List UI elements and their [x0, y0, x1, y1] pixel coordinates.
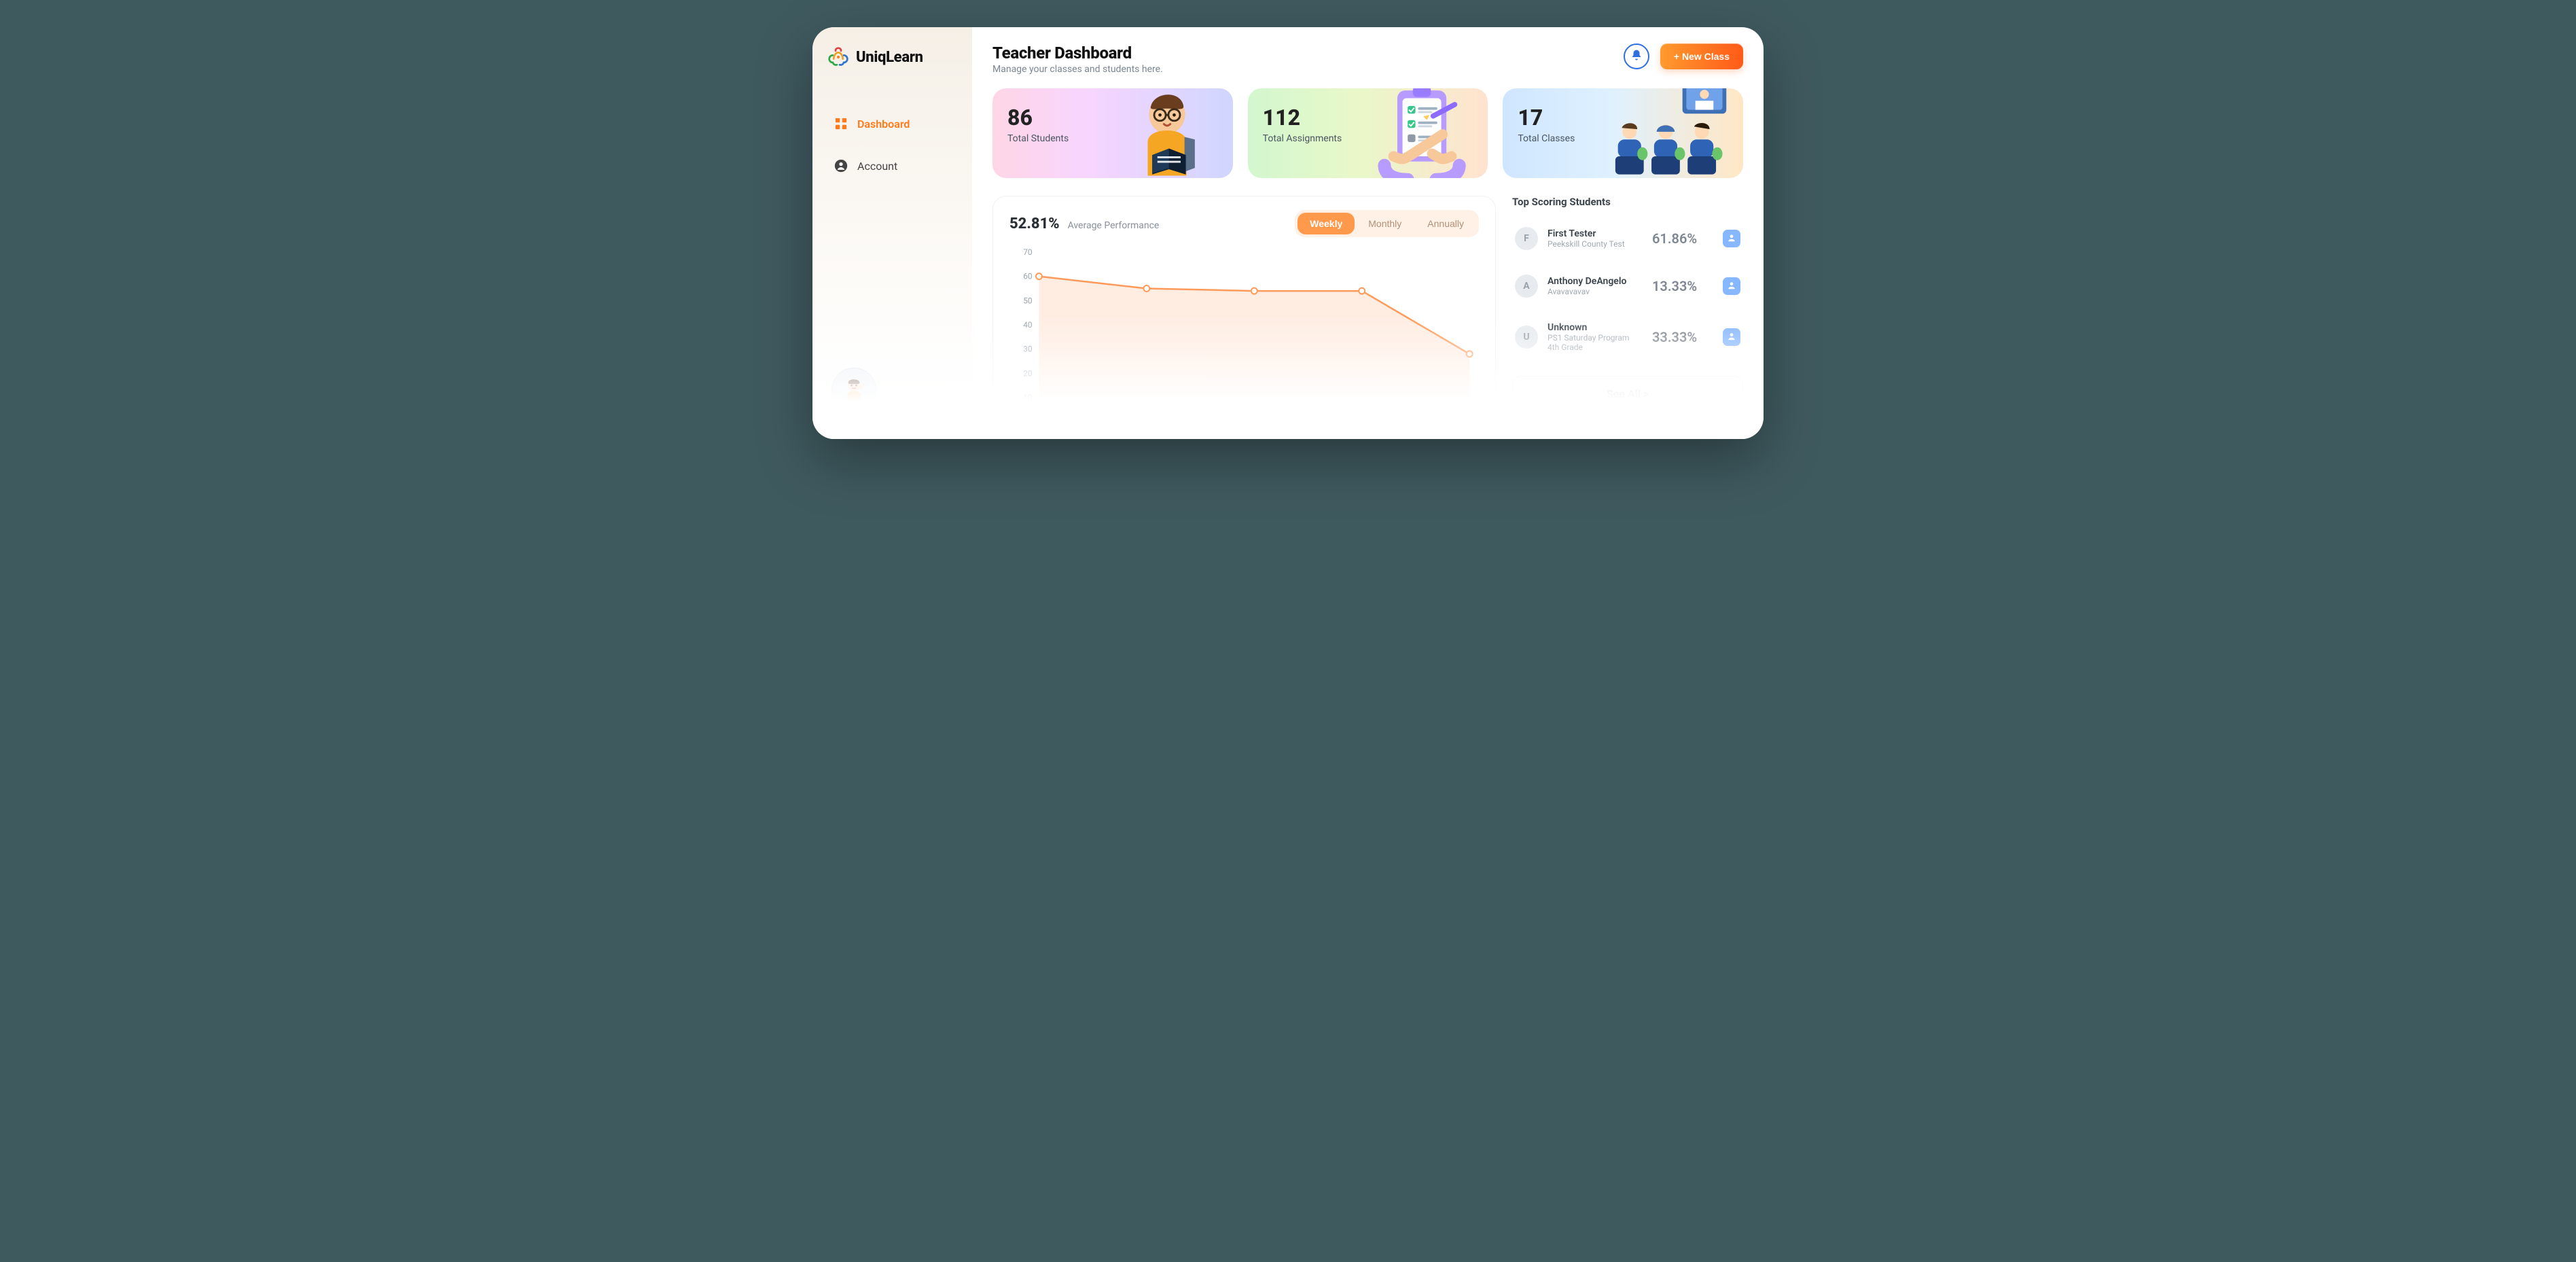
student-name: First Tester: [1548, 228, 1643, 239]
sidebar-item-dashboard[interactable]: Dashboard: [825, 109, 960, 139]
account-icon: [834, 159, 848, 173]
chart-label: Average Performance: [1068, 220, 1160, 231]
nav: Dashboard Account: [825, 109, 960, 181]
stat-card-students: 86 Total Students: [992, 88, 1233, 178]
sidebar: UniqLearn Dashboard: [812, 27, 972, 439]
student-action-button[interactable]: [1723, 230, 1740, 247]
sidebar-item-label: Dashboard: [857, 118, 910, 130]
top-students-title: Top Scoring Students: [1512, 196, 1743, 208]
profile-name: Aidan: [838, 417, 870, 431]
avatar: [831, 368, 876, 413]
person-icon: [1727, 280, 1736, 293]
page-title: Teacher Dashboard: [992, 43, 1163, 63]
new-class-button[interactable]: + New Class: [1660, 43, 1743, 69]
see-all-button[interactable]: See All >: [1512, 376, 1743, 412]
student-initial: U: [1515, 326, 1538, 349]
student-action-button[interactable]: [1723, 328, 1740, 346]
sidebar-item-label: Account: [857, 160, 897, 173]
student-detail: Peekskill County Test: [1548, 239, 1643, 249]
grid-icon: [834, 117, 848, 130]
student-name: Unknown: [1548, 322, 1643, 333]
student-initial: A: [1515, 275, 1538, 298]
tab-annually[interactable]: Annually: [1415, 213, 1476, 234]
stat-card-assignments: 112 Total Assignments: [1248, 88, 1488, 178]
bell-icon: [1630, 49, 1643, 64]
person-icon: [1727, 232, 1736, 245]
sidebar-item-account[interactable]: Account: [825, 151, 960, 181]
student-row: F First Tester Peekskill County Test 61.…: [1512, 220, 1743, 257]
student-score: 33.33%: [1652, 329, 1713, 345]
svg-text:10: 10: [1023, 393, 1033, 402]
brand-name: UniqLearn: [856, 49, 923, 66]
student-score: 61.86%: [1652, 230, 1713, 247]
student-row: A Anthony DeAngelo Avavavavav 13.33%: [1512, 268, 1743, 304]
student-score: 13.33%: [1652, 278, 1713, 294]
svg-text:50: 50: [1023, 296, 1033, 305]
performance-panel: 52.81% Average Performance Weekly Monthl…: [992, 196, 1496, 419]
svg-text:40: 40: [1023, 320, 1033, 330]
clipboard-illustration-icon: [1353, 88, 1486, 178]
brand: UniqLearn: [825, 46, 960, 68]
svg-text:70: 70: [1023, 248, 1033, 257]
tab-weekly[interactable]: Weekly: [1298, 213, 1355, 234]
svg-text:20: 20: [1023, 368, 1033, 378]
svg-text:60: 60: [1023, 272, 1033, 281]
svg-text:30: 30: [1023, 345, 1033, 354]
tab-monthly[interactable]: Monthly: [1356, 213, 1414, 234]
student-name: Anthony DeAngelo: [1548, 276, 1643, 287]
main: Teacher Dashboard Manage your classes an…: [972, 27, 1764, 439]
stat-cards: 86 Total Students: [992, 88, 1743, 178]
page-header: Teacher Dashboard Manage your classes an…: [992, 43, 1743, 75]
stat-card-classes: 17 Total Classes: [1503, 88, 1743, 178]
classroom-illustration-icon: [1609, 88, 1741, 178]
page-subtitle: Manage your classes and students here.: [992, 64, 1163, 75]
student-detail: PS1 Saturday Program 4th Grade: [1548, 333, 1643, 353]
app-window: UniqLearn Dashboard: [812, 27, 1764, 439]
student-action-button[interactable]: [1723, 277, 1740, 295]
chart-percent: 52.81%: [1009, 215, 1060, 232]
student-detail: Avavavavav: [1548, 287, 1643, 296]
notifications-button[interactable]: [1624, 43, 1649, 69]
top-students-panel: Top Scoring Students F First Tester Peek…: [1512, 196, 1743, 419]
student-row: U Unknown PS1 Saturday Program 4th Grade…: [1512, 315, 1743, 360]
profile-footer[interactable]: Aidan: [831, 368, 876, 431]
panels: 52.81% Average Performance Weekly Monthl…: [992, 196, 1743, 419]
student-initial: F: [1515, 227, 1538, 250]
brand-logo-icon: [827, 46, 849, 68]
range-tabs: Weekly Monthly Annually: [1295, 210, 1479, 237]
performance-chart: 10 20 30 40 50 60 70: [1009, 248, 1479, 404]
student-illustration-icon: [1098, 88, 1230, 178]
person-icon: [1727, 331, 1736, 344]
